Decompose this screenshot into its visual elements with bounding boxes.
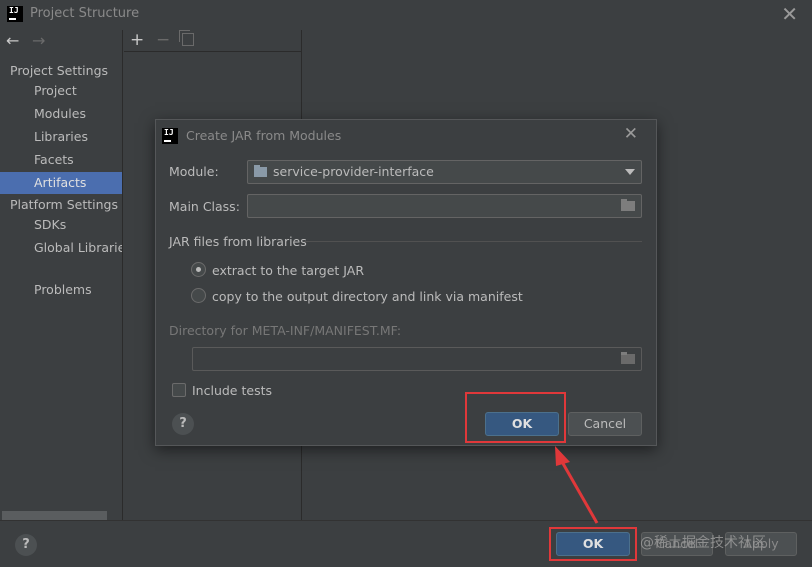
module-select[interactable]: service-provider-interface bbox=[247, 160, 642, 184]
sidebar-section-project-settings: Project Settings bbox=[10, 63, 109, 78]
back-arrow-icon[interactable]: ← bbox=[6, 31, 19, 50]
forward-arrow-icon[interactable]: → bbox=[32, 31, 45, 50]
watermark-text: @稀土掘金技术社区 bbox=[640, 535, 766, 551]
module-folder-icon bbox=[254, 165, 267, 177]
include-tests-label[interactable]: Include tests bbox=[192, 383, 272, 398]
help-button[interactable]: ? bbox=[15, 534, 37, 556]
manifest-dir-input[interactable] bbox=[192, 347, 642, 371]
sidebar-scrollbar[interactable] bbox=[2, 511, 107, 520]
folder-browse-icon[interactable] bbox=[621, 352, 635, 364]
folder-browse-icon[interactable] bbox=[621, 199, 635, 211]
sidebar-item-global-libraries[interactable]: Global Libraries bbox=[0, 237, 122, 259]
sidebar-item-artifacts[interactable]: Artifacts bbox=[0, 172, 122, 194]
sidebar-divider bbox=[122, 30, 123, 520]
ok-highlight-box bbox=[549, 527, 637, 561]
sidebar-item-modules[interactable]: Modules bbox=[0, 103, 122, 125]
artifacts-toolbar: + − bbox=[124, 30, 302, 52]
intellij-logo-icon: IJ bbox=[162, 128, 178, 144]
copy-radio[interactable] bbox=[191, 288, 206, 303]
sidebar-section-platform-settings: Platform Settings bbox=[10, 197, 118, 212]
module-select-value: service-provider-interface bbox=[273, 164, 434, 179]
sidebar-item-problems[interactable]: Problems bbox=[0, 279, 122, 301]
minus-icon[interactable]: − bbox=[156, 30, 170, 50]
include-tests-checkbox[interactable] bbox=[172, 383, 186, 397]
sidebar-item-sdks[interactable]: SDKs bbox=[0, 214, 122, 236]
copy-icon[interactable] bbox=[179, 30, 194, 46]
window-title: Project Structure bbox=[30, 6, 140, 21]
main-class-input[interactable] bbox=[247, 194, 642, 218]
sidebar-item-facets[interactable]: Facets bbox=[0, 149, 122, 171]
intellij-logo-icon: IJ bbox=[7, 6, 23, 22]
dialog-help-button[interactable]: ? bbox=[172, 413, 194, 435]
jar-section-title: JAR files from libraries bbox=[169, 234, 307, 249]
copy-option-label[interactable]: copy to the output directory and link vi… bbox=[212, 289, 523, 304]
dialog-title: Create JAR from Modules bbox=[186, 128, 342, 143]
extract-radio[interactable] bbox=[191, 262, 206, 277]
dialog-ok-highlight-box bbox=[465, 392, 566, 443]
window-close-icon[interactable]: ✕ bbox=[781, 2, 798, 26]
section-separator bbox=[304, 241, 642, 242]
sidebar-item-libraries[interactable]: Libraries bbox=[0, 126, 122, 148]
extract-option-label[interactable]: extract to the target JAR bbox=[212, 263, 364, 278]
module-label: Module: bbox=[169, 164, 219, 179]
window-titlebar: IJ Project Structure ✕ bbox=[0, 0, 812, 30]
manifest-dir-label: Directory for META-INF/MANIFEST.MF: bbox=[169, 323, 402, 338]
plus-icon[interactable]: + bbox=[130, 30, 144, 50]
create-jar-dialog: IJ Create JAR from Modules ✕ Module: ser… bbox=[155, 119, 657, 446]
dialog-close-icon[interactable]: ✕ bbox=[624, 124, 638, 144]
main-class-label: Main Class: bbox=[169, 199, 240, 214]
sidebar-item-project[interactable]: Project bbox=[0, 80, 122, 102]
dialog-cancel-button[interactable]: Cancel bbox=[568, 412, 642, 436]
chevron-down-icon bbox=[625, 169, 635, 175]
settings-sidebar: Project Settings Project Modules Librari… bbox=[0, 56, 122, 511]
